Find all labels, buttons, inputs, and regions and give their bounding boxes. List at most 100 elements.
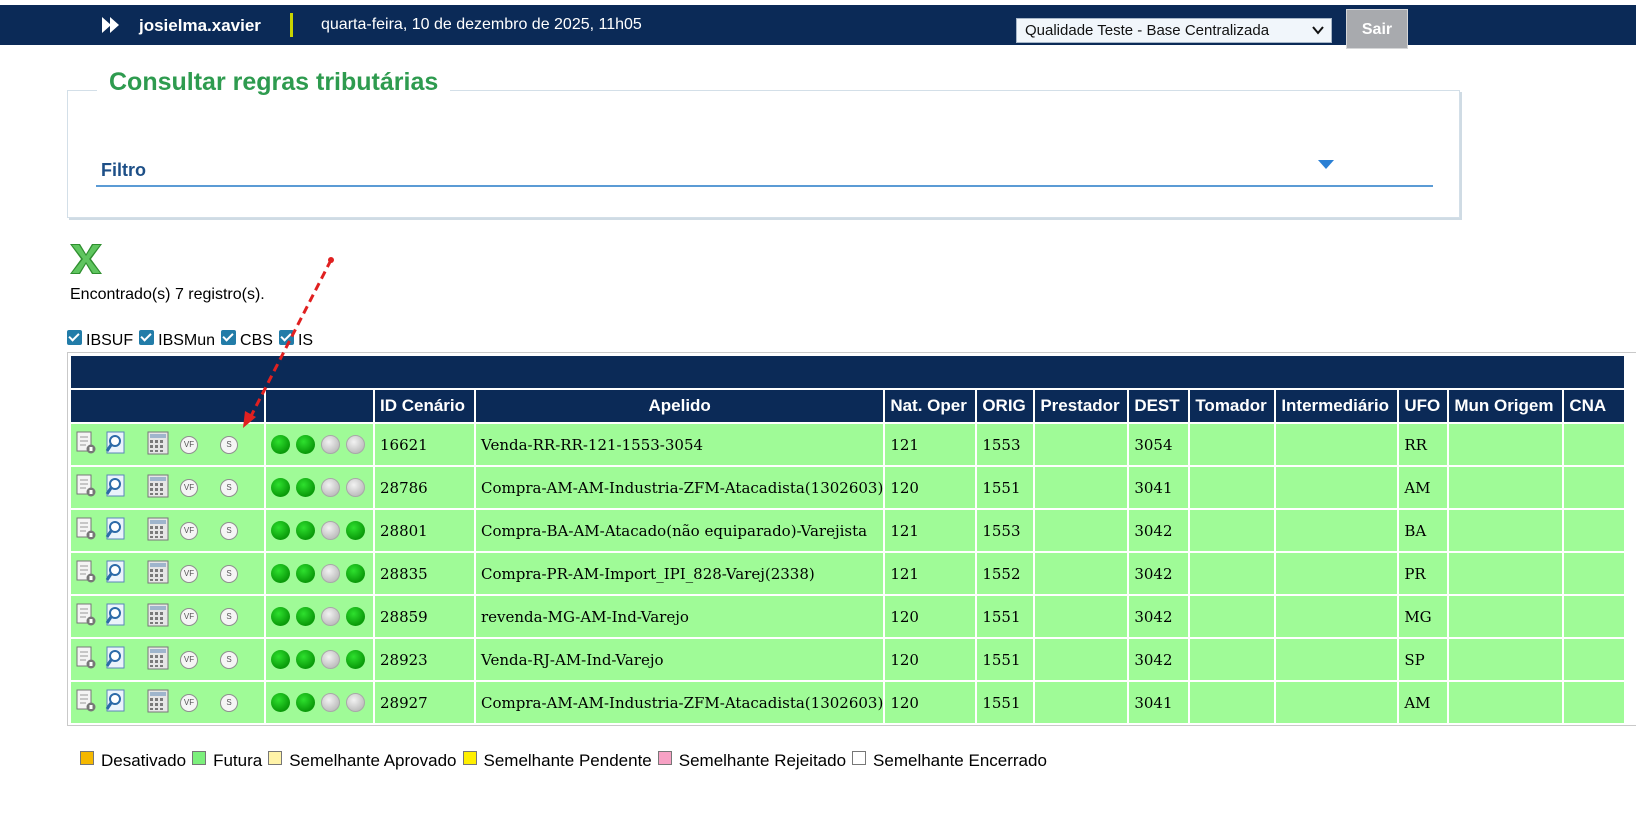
table-header-row: ID Cenário Apelido Nat. Oper ORIG Presta… (71, 390, 1625, 422)
search-icon[interactable] (104, 646, 128, 674)
cell-apelido: revenda-MG-AM-Ind-Varejo (476, 596, 884, 637)
checkbox-label: IS (297, 332, 314, 349)
s-icon[interactable]: S (220, 435, 238, 454)
filter-expand-icon[interactable] (1318, 160, 1334, 169)
document-icon[interactable] (75, 646, 97, 674)
cell-id: 28923 (375, 639, 474, 680)
status-dot-active (296, 650, 315, 670)
s-icon[interactable]: S (220, 564, 238, 583)
vf-icon[interactable]: VF (180, 478, 198, 497)
base-select[interactable]: Qualidade Teste - Base Centralizada (1016, 18, 1332, 43)
header-natoper[interactable]: Nat. Oper (885, 390, 976, 422)
table-row[interactable]: VF S 16621 Venda-RR-RR-121-1553-3054 121 1553… (71, 424, 1625, 465)
document-icon[interactable] (75, 689, 97, 717)
cell-intermediario (1276, 510, 1398, 551)
table-row[interactable]: VF S 28927 Compra-AM-AM-Industria-ZFM-Ataca… (71, 682, 1625, 723)
row-status-indicators (266, 510, 373, 551)
vf-icon-label: VF (180, 522, 198, 540)
chevron-down-icon (1312, 26, 1324, 35)
checkbox-ibsmun[interactable] (139, 329, 155, 345)
s-icon[interactable]: S (220, 521, 238, 540)
header-ufo[interactable]: UFO (1399, 390, 1448, 422)
search-icon[interactable] (104, 431, 128, 459)
s-icon[interactable]: S (220, 650, 238, 669)
cell-tomador (1190, 596, 1275, 637)
exit-button[interactable]: Sair (1346, 9, 1408, 49)
header-mun-origem[interactable]: Mun Origem (1449, 390, 1563, 422)
legend-swatch (852, 751, 867, 765)
calculator-icon[interactable] (146, 689, 170, 717)
cell-ufo: AM (1399, 682, 1448, 723)
excel-export-icon[interactable] (68, 242, 104, 276)
header-id[interactable]: ID Cenário (375, 390, 474, 422)
search-icon[interactable] (104, 689, 128, 717)
vf-icon[interactable]: VF (180, 435, 198, 454)
cell-intermediario (1276, 639, 1398, 680)
vf-icon[interactable]: VF (180, 564, 198, 583)
search-icon[interactable] (104, 560, 128, 588)
table-row[interactable]: VF S 28859 revenda-MG-AM-Ind-Varejo 120 1551 3… (71, 596, 1625, 637)
cell-dest: 3042 (1129, 553, 1189, 594)
cell-id: 16621 (375, 424, 474, 465)
filter-divider (96, 185, 1433, 187)
vf-icon[interactable]: VF (180, 521, 198, 540)
header-dest[interactable]: DEST (1129, 390, 1189, 422)
status-dot-active (271, 435, 290, 455)
row-actions: VF S (71, 639, 264, 680)
document-icon[interactable] (75, 560, 97, 588)
header-prestador[interactable]: Prestador (1035, 390, 1128, 422)
table-row[interactable]: VF S 28923 Venda-RJ-AM-Ind-Varejo 120 1551 304… (71, 639, 1625, 680)
calculator-icon[interactable] (146, 603, 170, 631)
vf-icon[interactable]: VF (180, 650, 198, 669)
checkbox-is[interactable] (278, 329, 294, 345)
cell-ufo: SP (1399, 639, 1448, 680)
document-icon[interactable] (75, 603, 97, 631)
status-dot-active (296, 607, 315, 627)
tax-checkboxes: IBSUF IBSMun CBS IS (67, 328, 319, 349)
status-dot-inactive (346, 478, 365, 498)
cell-prestador (1035, 639, 1128, 680)
row-actions: VF S (71, 553, 264, 594)
table-row[interactable]: VF S 28786 Compra-AM-AM-Industria-ZFM-Ataca… (71, 467, 1625, 508)
cell-intermediario (1276, 424, 1398, 465)
document-icon[interactable] (75, 431, 97, 459)
cell-orig: 1553 (977, 510, 1034, 551)
header-orig[interactable]: ORIG (977, 390, 1034, 422)
calculator-icon[interactable] (146, 431, 170, 459)
filter-toggle[interactable]: Filtro (101, 160, 146, 181)
header-cna[interactable]: CNA (1564, 390, 1625, 422)
header-apelido[interactable]: Apelido (476, 390, 884, 422)
header-intermediario[interactable]: Intermediário (1276, 390, 1398, 422)
table-row[interactable]: VF S 28801 Compra-BA-AM-Atacado(não equipar… (71, 510, 1625, 551)
search-icon[interactable] (104, 517, 128, 545)
calculator-icon[interactable] (146, 474, 170, 502)
legend-label: Desativado (101, 751, 187, 770)
username: josielma.xavier (139, 16, 261, 35)
document-icon[interactable] (75, 474, 97, 502)
search-icon[interactable] (104, 603, 128, 631)
calculator-icon[interactable] (146, 560, 170, 588)
vf-icon[interactable]: VF (180, 693, 198, 712)
table-row[interactable]: VF S 28835 Compra-PR-AM-Import_IPI_828-Vare… (71, 553, 1625, 594)
s-icon[interactable]: S (220, 478, 238, 497)
checkbox-ibsuf[interactable] (67, 329, 82, 345)
cell-dest: 3054 (1129, 424, 1189, 465)
s-icon[interactable]: S (220, 693, 238, 712)
legend-label: Semelhante Encerrado (873, 751, 1047, 770)
fast-forward-icon[interactable] (102, 17, 120, 33)
status-dot-active (271, 478, 290, 498)
status-dot-inactive (321, 650, 340, 670)
header-actions (71, 390, 264, 422)
vf-icon[interactable]: VF (180, 607, 198, 626)
row-status-indicators (266, 467, 373, 508)
status-dot-active (346, 607, 365, 627)
legend-label: Semelhante Aprovado (289, 751, 457, 770)
cell-ufo: MG (1399, 596, 1448, 637)
search-icon[interactable] (104, 474, 128, 502)
calculator-icon[interactable] (146, 646, 170, 674)
header-tomador[interactable]: Tomador (1190, 390, 1275, 422)
checkbox-cbs[interactable] (221, 329, 237, 345)
calculator-icon[interactable] (146, 517, 170, 545)
document-icon[interactable] (75, 517, 97, 545)
s-icon[interactable]: S (220, 607, 238, 626)
